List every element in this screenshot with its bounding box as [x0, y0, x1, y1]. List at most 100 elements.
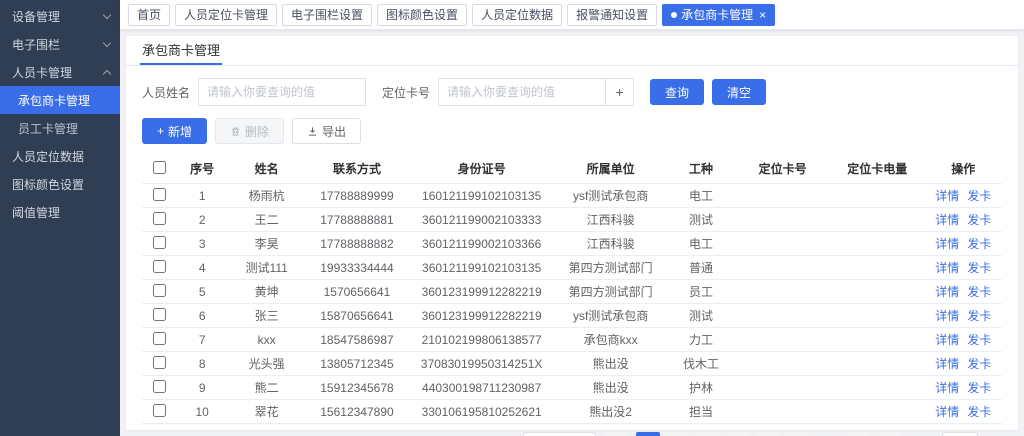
goto-page-input[interactable]	[942, 432, 978, 436]
row-checkbox[interactable]	[153, 236, 166, 249]
cell-card_no	[735, 304, 830, 328]
prev-page-button[interactable]	[604, 432, 628, 436]
pagination: 共 103 条 10条/页 123456···11 前往 页	[126, 424, 1018, 436]
sidebar-subitem-contractor-card-management[interactable]: 承包商卡管理	[0, 86, 120, 114]
sidebar-item-icon-color-settings[interactable]: 图标颜色设置	[0, 170, 120, 198]
cell-name: 测试111	[228, 256, 305, 280]
row-checkbox[interactable]	[153, 404, 166, 417]
tab-item[interactable]: 首页	[128, 4, 170, 26]
issue-card-link[interactable]: 发卡	[967, 357, 991, 371]
page-button[interactable]: 4	[726, 432, 750, 436]
tab-item[interactable]: 人员定位数据	[472, 4, 562, 26]
person-name-input[interactable]	[198, 78, 366, 106]
issue-card-link[interactable]: 发卡	[967, 405, 991, 419]
issue-card-link[interactable]: 发卡	[967, 213, 991, 227]
sidebar-item-device-management[interactable]: 设备管理	[0, 2, 120, 30]
detail-link[interactable]: 详情	[935, 213, 959, 227]
clear-button[interactable]: 清空	[712, 79, 766, 105]
query-button[interactable]: 查询	[650, 79, 704, 105]
row-select-cell	[142, 352, 176, 376]
cell-card_no	[735, 280, 830, 304]
row-select-cell	[142, 304, 176, 328]
issue-card-link[interactable]: 发卡	[967, 381, 991, 395]
detail-link[interactable]: 详情	[935, 237, 959, 251]
detail-link[interactable]: 详情	[935, 189, 959, 203]
page-title[interactable]: 承包商卡管理	[140, 36, 222, 65]
row-select-cell	[142, 256, 176, 280]
cell-card_no	[735, 208, 830, 232]
column-header-id-card: 身份证号	[409, 154, 555, 184]
tab-item[interactable]: 报警通知设置	[567, 4, 657, 26]
sidebar-item-person-card-management[interactable]: 人员卡管理	[0, 58, 120, 86]
row-checkbox[interactable]	[153, 284, 166, 297]
cell-phone: 15612347890	[305, 400, 408, 424]
column-header-name: 姓名	[228, 154, 305, 184]
tab-active[interactable]: 承包商卡管理×	[662, 4, 775, 26]
row-checkbox[interactable]	[153, 356, 166, 369]
table-body: 1杨雨杭17788889999160121199102103135ysf测试承包…	[142, 184, 1002, 424]
row-checkbox[interactable]	[153, 212, 166, 225]
sidebar-item-threshold-management[interactable]: 阈值管理	[0, 198, 120, 226]
page-ellipsis[interactable]: ···	[816, 432, 840, 436]
person-name-label: 人员姓名	[142, 84, 190, 101]
cell-id_card: 440300198711230987	[409, 376, 555, 400]
cell-battery	[830, 376, 925, 400]
sidebar-subitem-employee-card-management[interactable]: 员工卡管理	[0, 114, 120, 142]
add-button[interactable]: + 新增	[142, 118, 207, 144]
detail-link[interactable]: 详情	[935, 309, 959, 323]
location-card-input[interactable]	[438, 78, 606, 106]
tab-item[interactable]: 电子围栏设置	[282, 4, 372, 26]
export-button[interactable]: 导出	[292, 118, 361, 144]
app: 设备管理 电子围栏 人员卡管理 承包商卡管理 员工卡管理 人员定位数据 图标颜色…	[0, 0, 1024, 436]
close-icon[interactable]: ×	[759, 9, 766, 21]
detail-link[interactable]: 详情	[935, 261, 959, 275]
person-name-group	[198, 78, 366, 106]
tab-label: 人员定位卡管理	[184, 6, 268, 23]
detail-link[interactable]: 详情	[935, 381, 959, 395]
cell-job: 力工	[667, 328, 736, 352]
sidebar-item-person-location-data[interactable]: 人员定位数据	[0, 142, 120, 170]
row-checkbox[interactable]	[153, 260, 166, 273]
issue-card-link[interactable]: 发卡	[967, 309, 991, 323]
cell-unit: 第四方测试部门	[555, 280, 667, 304]
delete-button[interactable]: 删除	[215, 118, 284, 144]
column-header-battery: 定位卡电量	[830, 154, 925, 184]
page-button[interactable]: 11	[846, 432, 870, 436]
issue-card-link[interactable]: 发卡	[967, 261, 991, 275]
page-button[interactable]: 2	[666, 432, 690, 436]
detail-link[interactable]: 详情	[935, 357, 959, 371]
row-checkbox[interactable]	[153, 380, 166, 393]
page-size-select[interactable]: 10条/页	[523, 432, 596, 436]
cell-index: 1	[176, 184, 228, 208]
issue-card-link[interactable]: 发卡	[967, 285, 991, 299]
add-condition-button[interactable]: +	[606, 78, 634, 106]
cell-phone: 17788889999	[305, 184, 408, 208]
page-button[interactable]: 6	[786, 432, 810, 436]
issue-card-link[interactable]: 发卡	[967, 189, 991, 203]
detail-link[interactable]: 详情	[935, 405, 959, 419]
detail-link[interactable]: 详情	[935, 333, 959, 347]
row-checkbox[interactable]	[153, 332, 166, 345]
row-checkbox[interactable]	[153, 188, 166, 201]
detail-link[interactable]: 详情	[935, 285, 959, 299]
table-row: 8光头强1380571234537083019950314251X熊出没伐木工详…	[142, 352, 1002, 376]
sidebar: 设备管理 电子围栏 人员卡管理 承包商卡管理 员工卡管理 人员定位数据 图标颜色…	[0, 0, 120, 436]
cell-id_card: 37083019950314251X	[409, 352, 555, 376]
next-page-button[interactable]	[878, 432, 902, 436]
page-button[interactable]: 5	[756, 432, 780, 436]
issue-card-link[interactable]: 发卡	[967, 333, 991, 347]
sidebar-item-label: 人员卡管理	[12, 64, 72, 81]
page-button[interactable]: 1	[636, 432, 660, 436]
cell-job: 伐木工	[667, 352, 736, 376]
plus-icon: +	[157, 124, 164, 138]
row-checkbox[interactable]	[153, 308, 166, 321]
sidebar-item-electronic-fence[interactable]: 电子围栏	[0, 30, 120, 58]
issue-card-link[interactable]: 发卡	[967, 237, 991, 251]
page-button[interactable]: 3	[696, 432, 720, 436]
tab-item[interactable]: 人员定位卡管理	[175, 4, 277, 26]
select-all-checkbox[interactable]	[153, 161, 166, 174]
cell-phone: 19933334444	[305, 256, 408, 280]
cell-battery	[830, 352, 925, 376]
tab-item[interactable]: 图标颜色设置	[377, 4, 467, 26]
cell-name: 李昊	[228, 232, 305, 256]
